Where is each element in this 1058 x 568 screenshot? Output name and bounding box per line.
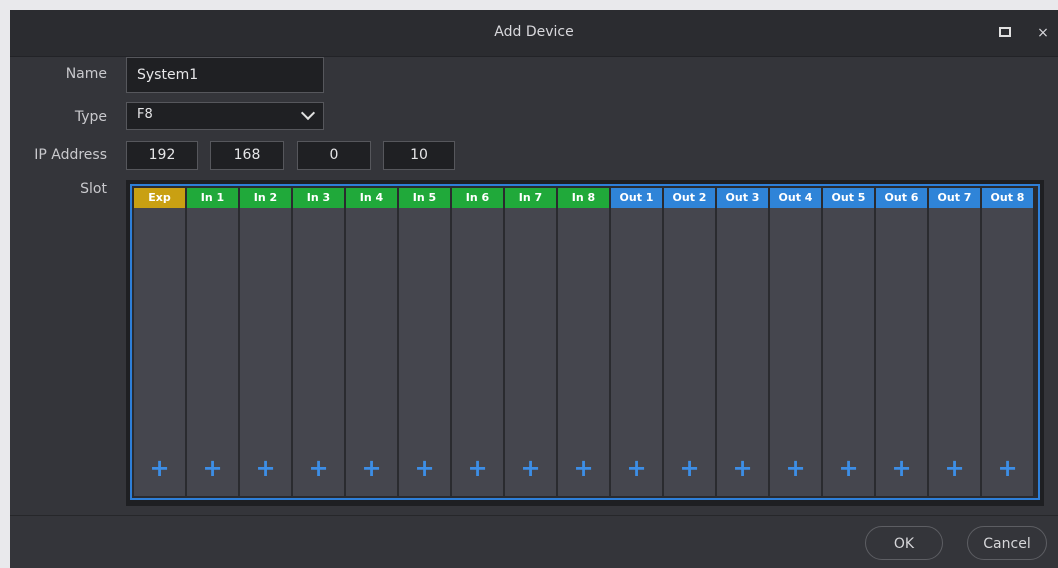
slot-column[interactable]: Out 2 +	[664, 188, 715, 496]
plus-icon[interactable]: +	[664, 456, 715, 480]
slot-header: In 4	[346, 188, 397, 208]
plus-icon[interactable]: +	[982, 456, 1033, 480]
plus-icon[interactable]: +	[717, 456, 768, 480]
slot-column[interactable]: In 1 +	[187, 188, 238, 496]
slot-header: Out 5	[823, 188, 874, 208]
ip-octet-2-field[interactable]: 168	[210, 141, 284, 170]
plus-icon[interactable]: +	[505, 456, 556, 480]
slot-column[interactable]: Out 1 +	[611, 188, 662, 496]
plus-icon[interactable]: +	[346, 456, 397, 480]
slot-column[interactable]: In 8 +	[558, 188, 609, 496]
ip-octet-4-field[interactable]: 10	[383, 141, 455, 170]
slot-column[interactable]: Out 3 +	[717, 188, 768, 496]
slot-header: Out 4	[770, 188, 821, 208]
slot-column[interactable]: In 6 +	[452, 188, 503, 496]
add-device-dialog: Add Device × Name System1 Type F8 IP Add…	[10, 10, 1058, 568]
slot-header: Out 1	[611, 188, 662, 208]
ip-octet-3-field[interactable]: 0	[297, 141, 371, 170]
slot-column[interactable]: In 3 +	[293, 188, 344, 496]
slot-column[interactable]: In 7 +	[505, 188, 556, 496]
plus-icon[interactable]: +	[452, 456, 503, 480]
slot-column[interactable]: In 5 +	[399, 188, 450, 496]
plus-icon[interactable]: +	[770, 456, 821, 480]
slot-column[interactable]: Out 7 +	[929, 188, 980, 496]
slot-header: In 8	[558, 188, 609, 208]
plus-icon[interactable]: +	[929, 456, 980, 480]
footer-divider	[10, 515, 1058, 516]
ok-button[interactable]: OK	[865, 526, 943, 560]
slot-column[interactable]: Exp +	[134, 188, 185, 496]
slot-header: In 6	[452, 188, 503, 208]
plus-icon[interactable]: +	[611, 456, 662, 480]
plus-icon[interactable]: +	[293, 456, 344, 480]
slot-column[interactable]: Out 4 +	[770, 188, 821, 496]
slot-header: Exp	[134, 188, 185, 208]
chevron-down-icon	[300, 105, 316, 121]
slot-column[interactable]: Out 5 +	[823, 188, 874, 496]
slot-header: Out 8	[982, 188, 1033, 208]
slot-column[interactable]: In 2 +	[240, 188, 291, 496]
plus-icon[interactable]: +	[399, 456, 450, 480]
plus-icon[interactable]: +	[187, 456, 238, 480]
dialog-title: Add Device	[494, 24, 574, 40]
slot-column[interactable]: In 4 +	[346, 188, 397, 496]
name-label: Name	[65, 66, 107, 82]
close-icon[interactable]: ×	[1033, 23, 1053, 43]
slot-header: In 5	[399, 188, 450, 208]
slot-column[interactable]: Out 8 +	[982, 188, 1033, 496]
slot-header: In 7	[505, 188, 556, 208]
type-value: F8	[137, 107, 153, 122]
plus-icon[interactable]: +	[134, 456, 185, 480]
slot-panel: Exp + In 1 + In 2 + In 3 + In 4 + In 5 + In 6 + In 7 + I…	[126, 180, 1044, 506]
plus-icon[interactable]: +	[558, 456, 609, 480]
type-label: Type	[74, 109, 107, 125]
slot-header: In 3	[293, 188, 344, 208]
maximize-icon[interactable]	[995, 23, 1015, 43]
slot-header: Out 3	[717, 188, 768, 208]
plus-icon[interactable]: +	[823, 456, 874, 480]
slot-header: Out 7	[929, 188, 980, 208]
slot-header: In 1	[187, 188, 238, 208]
ip-address-label: IP Address	[34, 147, 107, 163]
slot-header: Out 6	[876, 188, 927, 208]
type-select[interactable]: F8	[126, 102, 324, 130]
title-bar: Add Device ×	[10, 10, 1058, 57]
slot-grid: Exp + In 1 + In 2 + In 3 + In 4 + In 5 + In 6 + In 7 + I…	[130, 184, 1040, 500]
cancel-button[interactable]: Cancel	[967, 526, 1047, 560]
plus-icon[interactable]: +	[240, 456, 291, 480]
name-field[interactable]: System1	[126, 57, 324, 93]
ip-octet-1-field[interactable]: 192	[126, 141, 198, 170]
slot-header: Out 2	[664, 188, 715, 208]
plus-icon[interactable]: +	[876, 456, 927, 480]
slot-column[interactable]: Out 6 +	[876, 188, 927, 496]
slot-header: In 2	[240, 188, 291, 208]
slot-label: Slot	[80, 181, 107, 197]
